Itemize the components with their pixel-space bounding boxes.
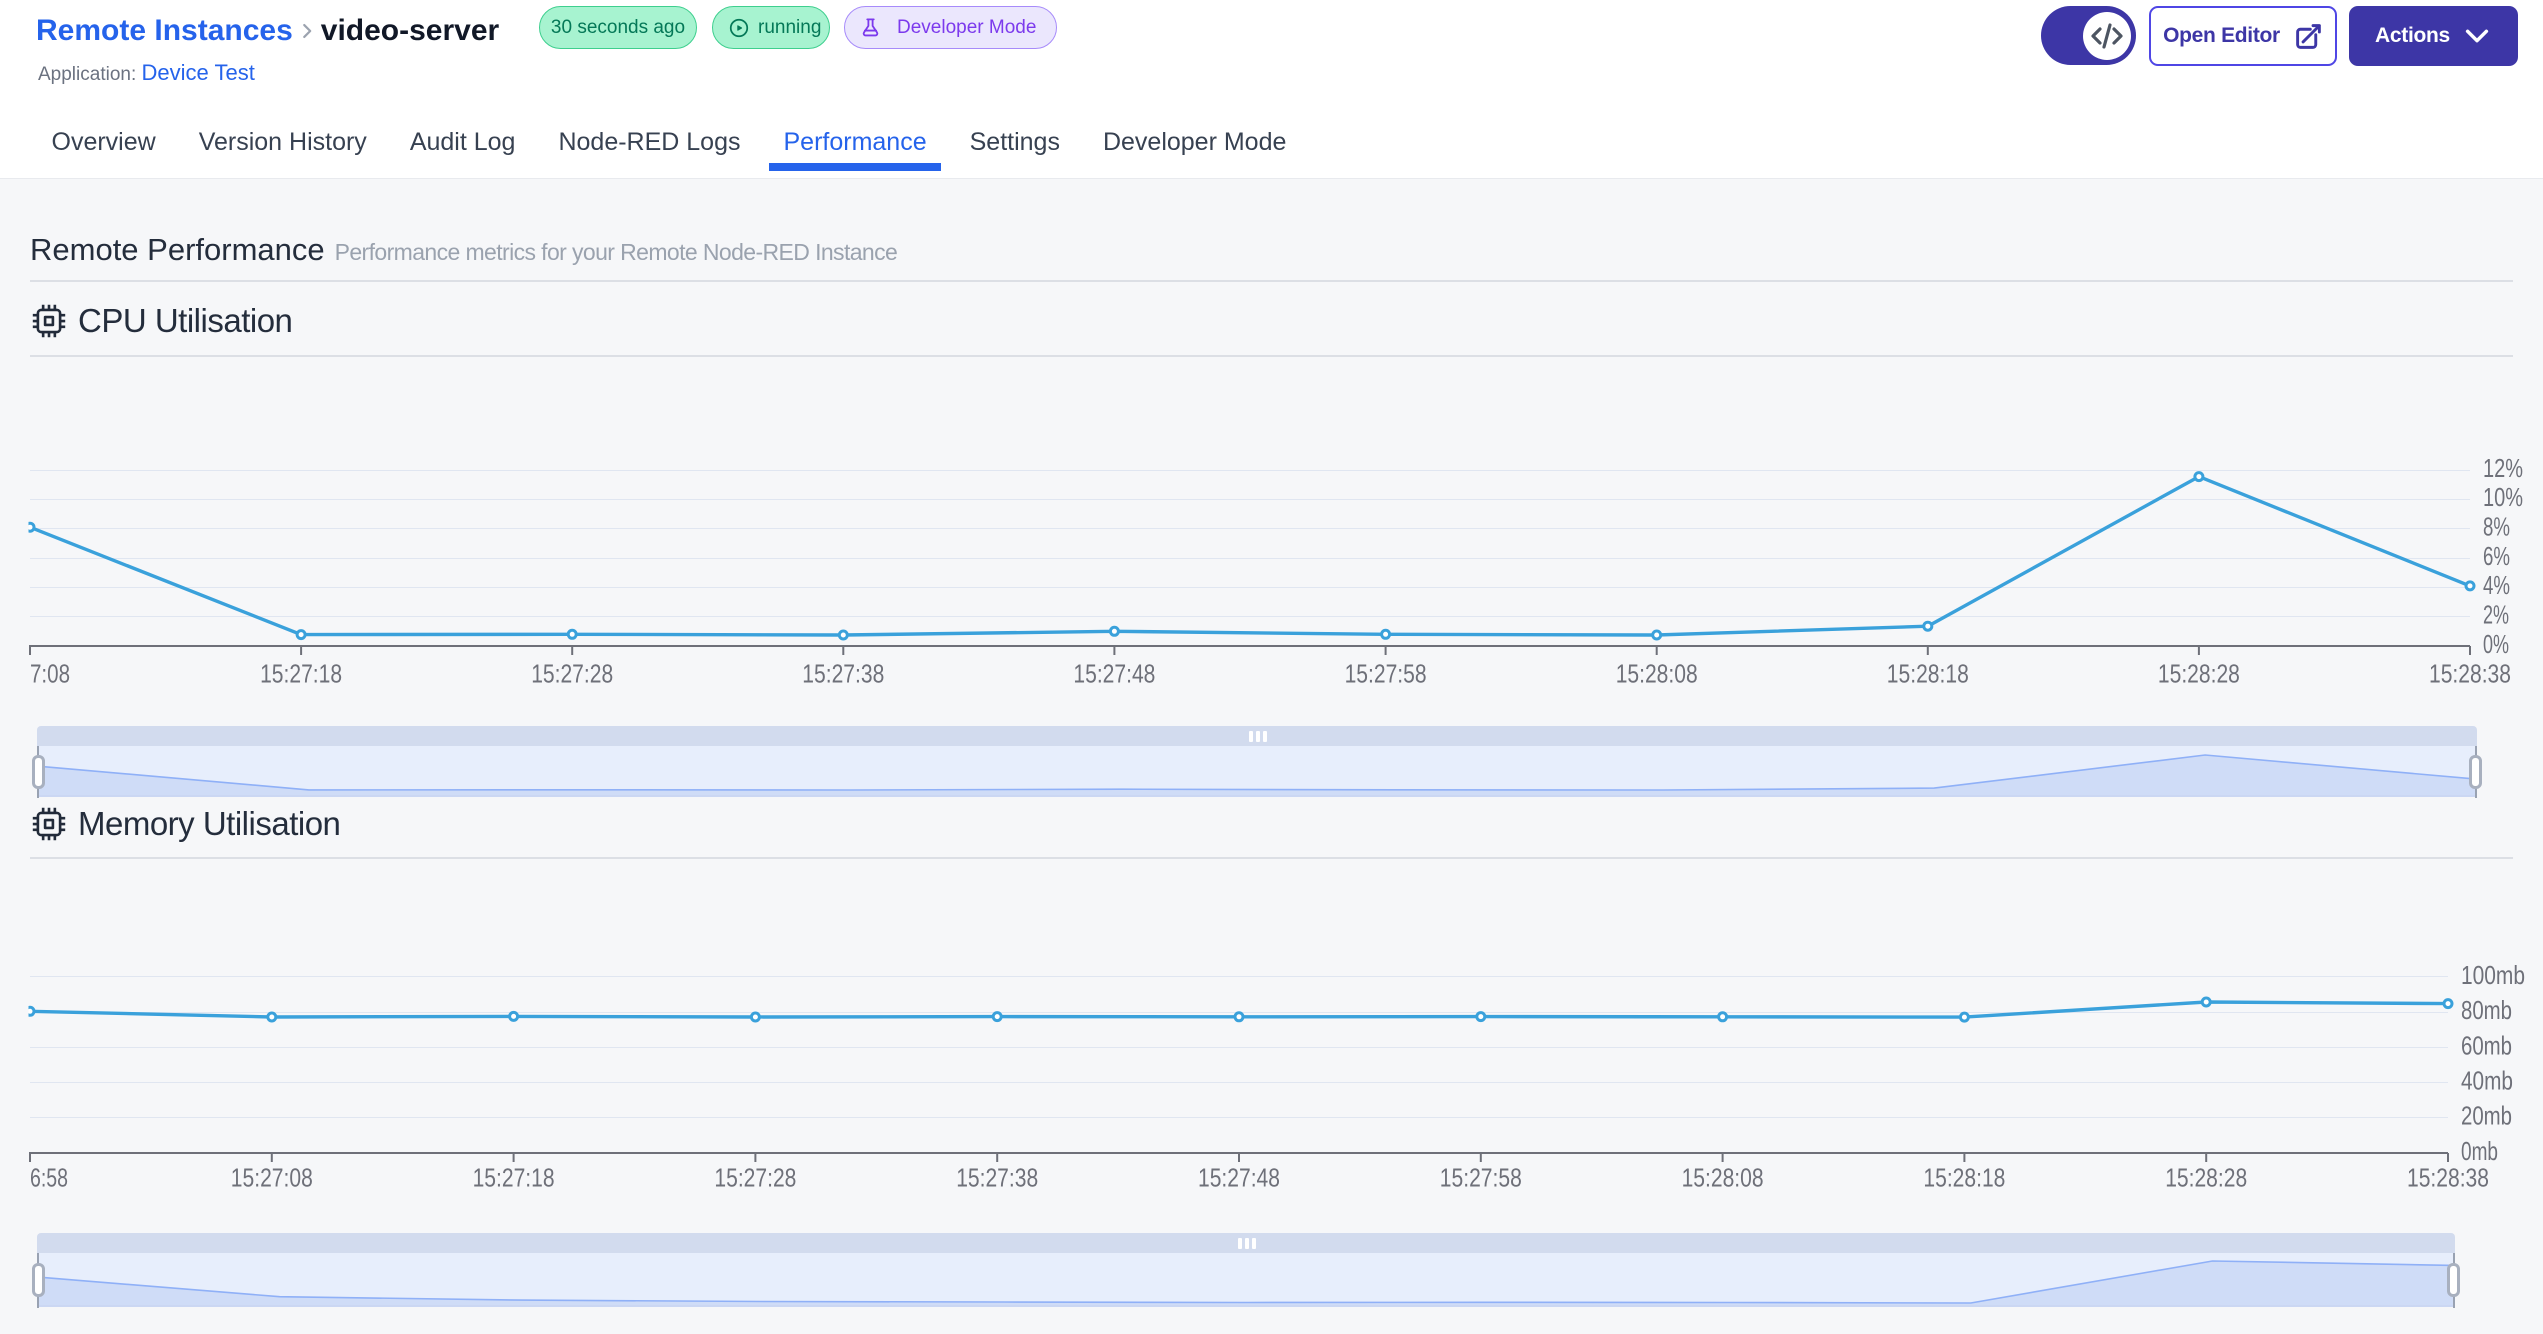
svg-text:80mb: 80mb (2461, 995, 2512, 1025)
svg-text:15:27:48: 15:27:48 (1198, 1162, 1280, 1192)
svg-text:15:28:08: 15:28:08 (1682, 1162, 1764, 1192)
svg-text:8%: 8% (2483, 512, 2510, 542)
svg-text:6:58: 6:58 (30, 1162, 68, 1192)
svg-text:15:28:18: 15:28:18 (1887, 658, 1969, 688)
svg-text:15:27:58: 15:27:58 (1345, 658, 1427, 688)
svg-text:15:27:08: 15:27:08 (231, 1162, 313, 1192)
svg-text:4%: 4% (2483, 570, 2510, 600)
svg-text:15:28:08: 15:28:08 (1616, 658, 1698, 688)
svg-text:0mb: 0mb (2461, 1136, 2498, 1166)
svg-text:15:27:48: 15:27:48 (1073, 658, 1155, 688)
svg-text:100mb: 100mb (2461, 960, 2525, 990)
svg-text:15:27:28: 15:27:28 (714, 1162, 796, 1192)
svg-text:15:28:38: 15:28:38 (2407, 1162, 2489, 1192)
svg-text:15:27:58: 15:27:58 (1440, 1162, 1522, 1192)
svg-text:0%: 0% (2483, 629, 2509, 659)
svg-text:7:08: 7:08 (30, 658, 70, 688)
svg-text:15:27:28: 15:27:28 (531, 658, 613, 688)
svg-text:15:28:28: 15:28:28 (2158, 658, 2240, 688)
svg-text:15:28:38: 15:28:38 (2429, 658, 2511, 688)
svg-text:60mb: 60mb (2461, 1030, 2512, 1060)
svg-text:15:28:28: 15:28:28 (2165, 1162, 2247, 1192)
svg-text:15:27:38: 15:27:38 (956, 1162, 1038, 1192)
svg-text:15:27:18: 15:27:18 (473, 1162, 555, 1192)
svg-text:15:27:38: 15:27:38 (802, 658, 884, 688)
svg-text:40mb: 40mb (2461, 1065, 2513, 1095)
svg-text:2%: 2% (2483, 600, 2509, 630)
svg-text:12%: 12% (2483, 455, 2523, 483)
svg-text:15:28:18: 15:28:18 (1923, 1162, 2005, 1192)
svg-text:20mb: 20mb (2461, 1101, 2512, 1131)
svg-text:15:27:18: 15:27:18 (260, 658, 342, 688)
svg-text:6%: 6% (2483, 541, 2510, 571)
svg-text:10%: 10% (2483, 482, 2523, 512)
